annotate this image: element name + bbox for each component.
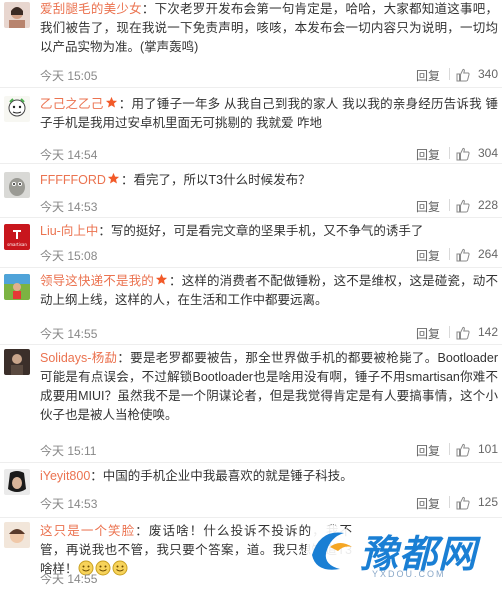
comment-item: 领导这快递不是我的 ：这样的消费者不配做锤粉，这不是维权，这是碰瓷，动不动上纲上线… [0,268,502,345]
comment-body: iYeyit800：中国的手机企业中我最喜欢的就是锤子科技。 [40,469,353,483]
divider [449,326,450,338]
username-link[interactable]: iYeyit800 [40,469,90,483]
reply-button[interactable]: 回复 [416,198,440,215]
comment-text: 看完了，所以T3什么时候发布？ [133,173,311,187]
comment-item: FFFFFORD ：看完了，所以T3什么时候发布？ 今天 14:53 回复 228 [0,164,502,218]
comment-body: FFFFFORD ：看完了，所以T3什么时候发布？ [40,172,311,187]
like-count: 264 [477,247,498,261]
comment-item: iYeyit800：中国的手机企业中我最喜欢的就是锤子科技。 今天 14:53 … [0,463,502,518]
thumbs-up-icon [456,68,470,82]
like-count: 304 [477,146,498,160]
thumbs-up-icon [456,199,470,213]
like-count: 142 [477,325,498,339]
reply-button[interactable]: 回复 [416,495,440,512]
thumbs-up-icon [456,248,470,262]
reply-button[interactable]: 回复 [416,146,440,163]
comment-body: 领导这快递不是我的 ：这样的消费者不配做锤粉，这不是维权，这是碰瓷，动不动上纲上线… [40,273,498,307]
comment-item: 爱刮腿毛的美少女：下次老罗开发布会第一句肯定是，哈哈，大家都知道这事吧，我们被告… [0,0,502,88]
divider [449,248,450,260]
username-link[interactable]: 这只是一个笑脸 [40,524,135,538]
comment-text: 写的挺好，可是看完文章的坚果手机，又不争气的诱手了 [110,224,424,238]
like-count: 228 [477,198,498,212]
avatar[interactable] [4,172,30,198]
avatar[interactable] [4,274,30,300]
comment-body: Liu-向上中：写的挺好，可是看完文章的坚果手机，又不争气的诱手了 [40,224,424,238]
reply-button[interactable]: 回复 [416,67,440,84]
timestamp: 今天 15:05 [40,69,98,83]
timestamp: 今天 15:11 [40,444,97,458]
thumbs-up-icon [456,443,470,457]
divider [449,68,450,80]
divider [449,496,450,508]
timestamp: 今天 14:55 [40,327,98,341]
username-link[interactable]: Solidays-杨勐 [40,351,117,365]
comment-body: 爱刮腿毛的美少女：下次老罗开发布会第一句肯定是，哈哈，大家都知道这事吧，我们被告… [40,2,498,54]
like-count: 340 [477,67,498,81]
comment-item: smartisan Liu-向上中：写的挺好，可是看完文章的坚果手机，又不争气的… [0,218,502,268]
comment-meta: 今天 14:54 回复 304 [40,146,498,162]
reply-button[interactable]: 回复 [416,442,440,459]
comment-feed: 爱刮腿毛的美少女：下次老罗开发布会第一句肯定是，哈哈，大家都知道这事吧，我们被告… [0,0,502,591]
comment-body: 乙己之乙己 ：用了锤子一年多 从我自己到我的家人 我以我的亲身经历告诉我 锤子手机… [40,96,498,130]
comment-meta: 今天 15:11 回复 101 [40,442,498,458]
divider [449,443,450,455]
comment-body: Solidays-杨勐：要是老罗都要被告，那全世界做手机的都要被枪毙了。Boot… [40,351,498,422]
avatar[interactable] [4,2,30,28]
timestamp: 今天 14:54 [40,148,98,162]
username-link[interactable]: Liu-向上中 [40,224,98,238]
thumbs-up-icon [456,326,470,340]
site-watermark: 豫都网 YXDOU.COM [300,517,500,585]
comment-item: 乙己之乙己 ：用了锤子一年多 从我自己到我的家人 我以我的亲身经历告诉我 锤子手机… [0,88,502,164]
comment-meta: 今天 14:53 回复 228 [40,198,498,214]
username-link[interactable]: 领导这快递不是我的 [40,274,154,288]
comment-meta: 今天 14:55 回复 142 [40,325,498,341]
avatar[interactable] [4,522,30,548]
thumbs-up-icon [456,496,470,510]
username-link[interactable]: 乙己之乙己 [40,97,104,111]
star-badge-icon [105,96,117,108]
avatar[interactable] [4,96,30,122]
like-count: 101 [477,442,498,456]
avatar-caption: smartisan [7,242,27,247]
timestamp: 今天 14:53 [40,497,98,511]
like-count: 125 [477,495,498,509]
star-badge-icon [107,172,120,184]
comment-item: Solidays-杨勐：要是老罗都要被告，那全世界做手机的都要被枪毙了。Boot… [0,345,502,463]
watermark-domain: YXDOU.COM [372,569,446,579]
comment-text: 中国的手机企业中我最喜欢的就是锤子科技。 [102,469,353,483]
timestamp: 今天 14:55 [40,572,98,586]
username-link[interactable]: FFFFFORD [40,173,106,187]
star-badge-icon [155,273,167,285]
timestamp: 今天 15:08 [40,249,98,263]
comment-meta: 今天 14:53 回复 125 [40,495,498,511]
reply-button[interactable]: 回复 [416,325,440,342]
divider [449,147,450,159]
username-link[interactable]: 爱刮腿毛的美少女 [40,2,142,16]
logo-swirl-icon [306,525,358,577]
divider [449,199,450,211]
timestamp: 今天 14:53 [40,200,98,214]
thumbs-up-icon [456,147,470,161]
comment-meta: 今天 15:08 回复 264 [40,247,498,263]
avatar[interactable] [4,349,30,375]
comment-meta: 今天 15:05 回复 340 [40,67,498,83]
reply-button[interactable]: 回复 [416,247,440,264]
avatar[interactable] [4,469,30,495]
avatar[interactable]: smartisan [4,224,30,250]
